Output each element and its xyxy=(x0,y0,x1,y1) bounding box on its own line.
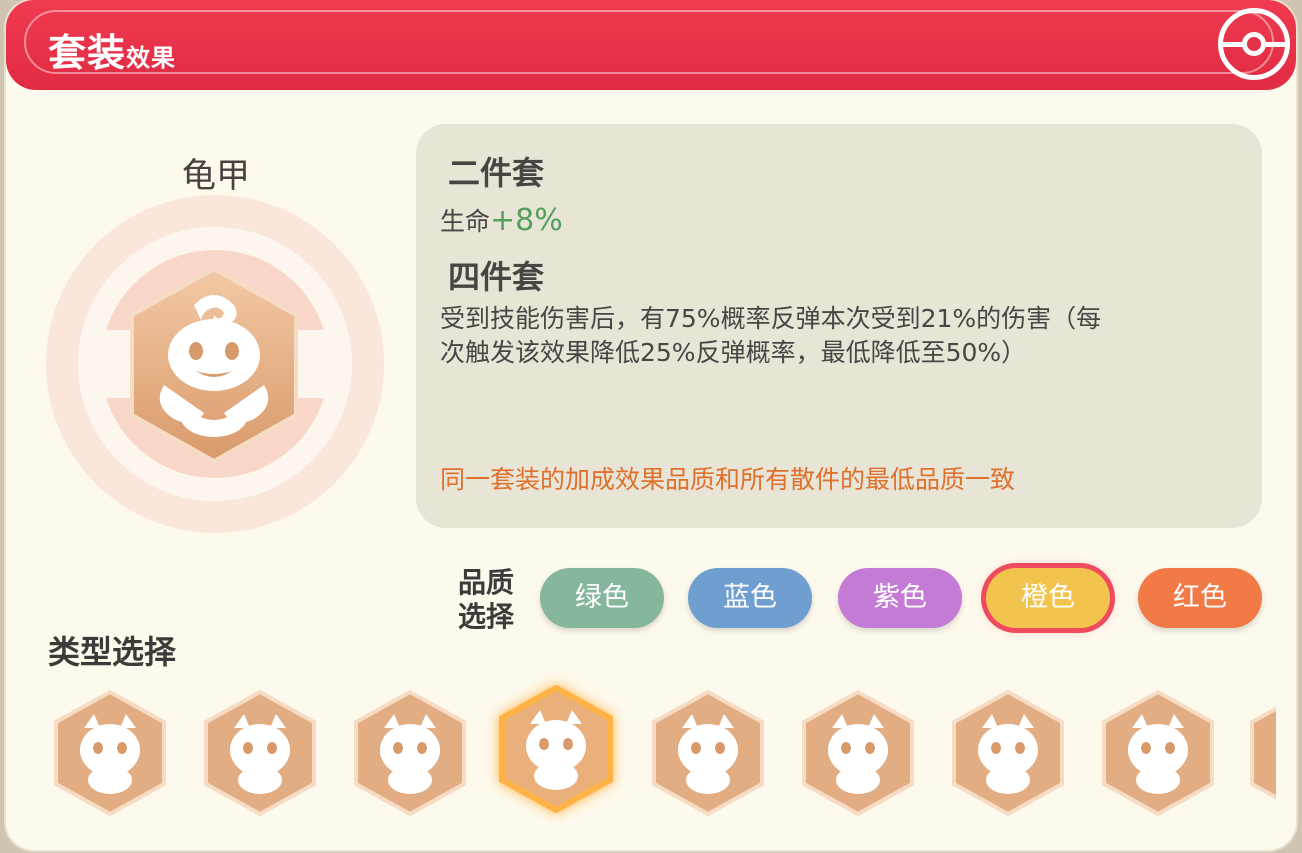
pokeball-center-icon xyxy=(1242,32,1266,56)
four-piece-line-2: 次触发该效果降低25%反弹概率，最低降低至50%） xyxy=(440,338,1027,367)
header-frame xyxy=(24,10,1274,74)
quality-label: 品质 选择 xyxy=(458,566,528,634)
two-piece-value: +8% xyxy=(490,203,563,238)
crest-emblem-icon[interactable] xyxy=(948,688,1068,818)
two-piece-effect: 生命+8% xyxy=(440,204,563,239)
header-bar: 套装效果 xyxy=(6,0,1296,90)
four-piece-line-1: 受到技能伤害后，有75%概率反弹本次受到21%的伤害（每 xyxy=(440,304,1102,333)
partial-emblem-icon[interactable] xyxy=(1246,688,1276,818)
set-effect-panel: 套装效果 龟甲 二件套 生命+8% 四件套 受到技能伤害后，有75%概率反弹本次… xyxy=(6,0,1296,850)
shell-emblem-icon xyxy=(130,266,298,464)
title-main: 套装 xyxy=(48,31,127,75)
four-piece-title: 四件套 xyxy=(448,258,545,296)
effect-description-box: 二件套 生命+8% 四件套 受到技能伤害后，有75%概率反弹本次受到21%的伤害… xyxy=(416,124,1262,528)
two-piece-title: 二件套 xyxy=(448,154,545,192)
quality-option-5[interactable]: 红色 xyxy=(1138,568,1262,628)
brute-emblem-icon[interactable] xyxy=(648,688,768,818)
quality-label-line-2: 选择 xyxy=(458,600,515,633)
shell-emblem-icon[interactable] xyxy=(496,684,616,814)
quality-label-line-1: 品质 xyxy=(458,566,515,599)
quality-option-1[interactable]: 绿色 xyxy=(540,568,664,628)
quality-note: 同一套装的加成效果品质和所有散件的最低品质一致 xyxy=(440,465,1016,494)
title-sub: 效果 xyxy=(126,44,177,72)
bull-emblem-icon[interactable] xyxy=(798,688,918,818)
type-label: 类型选择 xyxy=(48,633,177,671)
two-piece-stat: 生命 xyxy=(440,207,491,236)
dragon-emblem-icon[interactable] xyxy=(50,688,170,818)
close-button[interactable] xyxy=(1218,8,1290,80)
quality-option-2[interactable]: 蓝色 xyxy=(688,568,812,628)
set-name: 龟甲 xyxy=(182,156,250,196)
quality-option-3[interactable]: 紫色 xyxy=(838,568,962,628)
beast-emblem-icon[interactable] xyxy=(350,688,470,818)
page-title: 套装效果 xyxy=(48,22,176,77)
ghost-emblem-icon[interactable] xyxy=(1098,688,1218,818)
horned-emblem-icon[interactable] xyxy=(200,688,320,818)
quality-option-4[interactable]: 橙色 xyxy=(986,568,1110,628)
